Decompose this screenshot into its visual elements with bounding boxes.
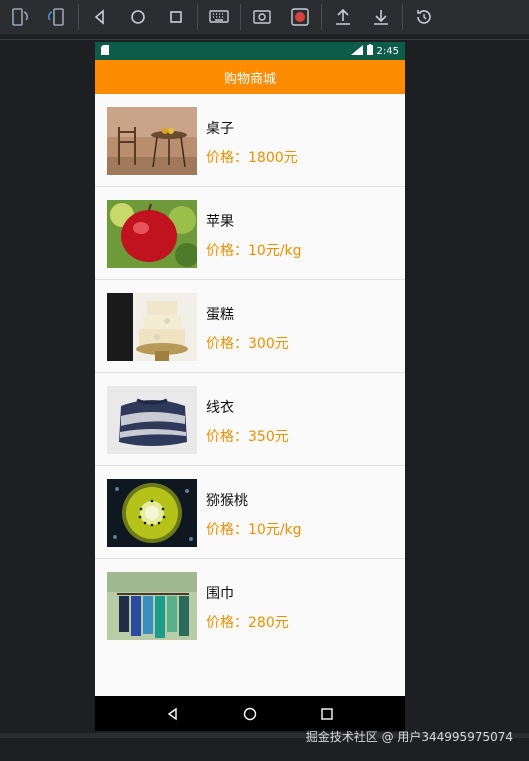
nav-overview-icon[interactable] — [312, 699, 342, 729]
product-price: 价格：280元 — [206, 615, 289, 631]
product-name: 围巾 — [206, 586, 234, 602]
nav-home-icon[interactable] — [235, 699, 265, 729]
emulator-toolbar — [0, 0, 529, 34]
keyboard-icon[interactable] — [200, 2, 238, 32]
toolbar-divider — [78, 4, 79, 30]
apple-photo — [107, 200, 197, 268]
sweater-photo — [107, 386, 197, 454]
table-photo — [107, 107, 197, 175]
list-item[interactable]: 围巾 价格：280元 — [95, 559, 405, 652]
phone-screen: 2:45 购物商城 桌子 价格：1800元 苹果 价格：10元/kg 蛋糕 价格… — [95, 42, 405, 731]
status-time: 2:45 — [376, 45, 399, 57]
navigation-bar — [95, 696, 405, 731]
list-item[interactable]: 桌子 价格：1800元 — [95, 94, 405, 187]
scarf-photo — [107, 572, 197, 640]
cake-photo — [107, 293, 197, 361]
screenshot-icon[interactable] — [243, 2, 281, 32]
watermark: 掘金技术社区 @ 用户344995975074 — [305, 730, 513, 744]
product-price: 价格：10元/kg — [206, 522, 302, 538]
back-icon[interactable] — [81, 2, 119, 32]
toolbar-divider — [240, 4, 241, 30]
product-name: 线衣 — [206, 400, 234, 416]
sd-card-icon — [101, 44, 109, 58]
product-name: 蛋糕 — [206, 307, 234, 323]
overview-icon[interactable] — [157, 2, 195, 32]
product-name: 猕猴桃 — [206, 493, 248, 509]
product-price: 价格：300元 — [206, 336, 289, 352]
product-name: 桌子 — [206, 121, 234, 137]
rotate-left-icon[interactable] — [0, 2, 38, 32]
list-item[interactable]: 线衣 价格：350元 — [95, 373, 405, 466]
product-list: 桌子 价格：1800元 苹果 价格：10元/kg 蛋糕 价格：300元 线衣 价… — [95, 94, 405, 652]
status-bar: 2:45 — [95, 42, 405, 60]
upload-icon[interactable] — [324, 2, 362, 32]
download-icon[interactable] — [362, 2, 400, 32]
restore-icon[interactable] — [405, 2, 443, 32]
nav-back-icon[interactable] — [158, 699, 188, 729]
home-icon[interactable] — [119, 2, 157, 32]
toolbar-divider — [321, 4, 322, 30]
product-price: 价格：1800元 — [206, 150, 298, 166]
toolbar-divider-line — [0, 39, 529, 40]
toolbar-divider — [197, 4, 198, 30]
app-bar: 购物商城 — [95, 60, 405, 94]
kiwi-photo — [107, 479, 197, 547]
product-name: 苹果 — [206, 214, 234, 230]
list-item[interactable]: 苹果 价格：10元/kg — [95, 187, 405, 280]
app-title: 购物商城 — [223, 71, 276, 87]
list-item[interactable]: 蛋糕 价格：300元 — [95, 280, 405, 373]
battery-icon — [366, 44, 373, 58]
list-item[interactable]: 猕猴桃 价格：10元/kg — [95, 466, 405, 559]
rotate-right-icon[interactable] — [38, 2, 76, 32]
product-price: 价格：350元 — [206, 429, 289, 445]
toolbar-divider — [402, 4, 403, 30]
signal-icon — [350, 44, 363, 58]
record-icon[interactable] — [281, 2, 319, 32]
product-price: 价格：10元/kg — [206, 243, 302, 259]
